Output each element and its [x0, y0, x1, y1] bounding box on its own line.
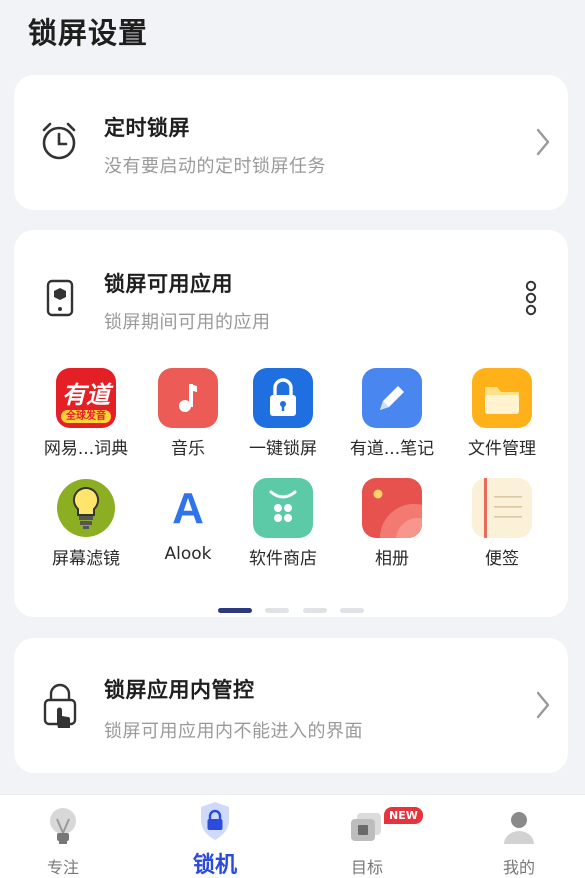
- app-notes[interactable]: 便签: [452, 478, 552, 569]
- app-alook[interactable]: A Alook: [138, 478, 238, 564]
- app-youdao-dict[interactable]: 有道 全球发音 网易...词典: [36, 368, 136, 459]
- timed-lock-subtitle: 没有要启动的定时锁屏任务: [104, 156, 326, 177]
- music-icon: [158, 368, 218, 428]
- page-indicator[interactable]: [14, 598, 568, 617]
- alarm-clock-icon: [40, 121, 78, 165]
- page-dot[interactable]: [265, 608, 290, 613]
- app-music[interactable]: 音乐: [138, 368, 238, 459]
- more-options-icon[interactable]: [524, 280, 538, 320]
- nav-item-lock[interactable]: 锁机: [142, 795, 288, 878]
- folder-icon: [472, 368, 532, 428]
- lock-hand-icon: [42, 683, 78, 733]
- app-gallery[interactable]: 相册: [342, 478, 442, 569]
- youdao-dict-icon: 有道 全球发音: [56, 368, 116, 428]
- in-app-control-title: 锁屏应用内管控: [104, 678, 255, 702]
- new-badge: NEW: [384, 807, 423, 824]
- available-apps-card: 锁屏可用应用 锁屏期间可用的应用 有道 全球发音 网易...词典 音乐 一键锁屏…: [14, 230, 568, 617]
- nav-item-mine[interactable]: 我的: [446, 795, 585, 878]
- page-dot-active[interactable]: [218, 608, 253, 613]
- available-apps-subtitle: 锁屏期间可用的应用: [104, 312, 271, 333]
- app-software-store[interactable]: 软件商店: [233, 478, 333, 569]
- person-icon: [503, 811, 535, 849]
- youdao-note-icon: [362, 368, 422, 428]
- in-app-control-card[interactable]: 锁屏应用内管控 锁屏可用应用内不能进入的界面: [14, 638, 568, 773]
- app-screen-filter[interactable]: 屏幕滤镜: [36, 478, 136, 569]
- nav-item-focus[interactable]: 专注: [0, 795, 136, 878]
- shield-lock-icon: [199, 801, 231, 845]
- in-app-control-subtitle: 锁屏可用应用内不能进入的界面: [104, 721, 363, 742]
- lightbulb-icon: [48, 807, 78, 851]
- bulb-icon: [56, 478, 116, 538]
- page-dot[interactable]: [302, 608, 327, 613]
- notes-icon: [472, 478, 532, 538]
- timed-lock-title: 定时锁屏: [104, 116, 190, 140]
- page-title: 锁屏设置: [28, 16, 149, 50]
- app-store-icon: [253, 478, 313, 538]
- lock-icon: [253, 368, 313, 428]
- timed-lock-card[interactable]: 定时锁屏 没有要启动的定时锁屏任务: [14, 75, 568, 210]
- gallery-icon: [362, 478, 422, 538]
- nav-item-goal[interactable]: NEW 目标: [294, 795, 440, 878]
- app-youdao-note[interactable]: 有道...笔记: [342, 368, 442, 459]
- available-apps-title: 锁屏可用应用: [104, 272, 233, 296]
- alook-icon: A: [172, 484, 204, 533]
- target-icon: [351, 813, 383, 847]
- chevron-right-icon: [536, 691, 550, 723]
- page-dot[interactable]: [339, 608, 364, 613]
- app-file-manager[interactable]: 文件管理: [452, 368, 552, 459]
- bottom-nav: 专注 锁机 NEW 目标 我的: [0, 794, 585, 878]
- phone-box-icon: [46, 279, 74, 321]
- app-one-key-lock[interactable]: 一键锁屏: [233, 368, 333, 459]
- chevron-right-icon: [536, 128, 550, 160]
